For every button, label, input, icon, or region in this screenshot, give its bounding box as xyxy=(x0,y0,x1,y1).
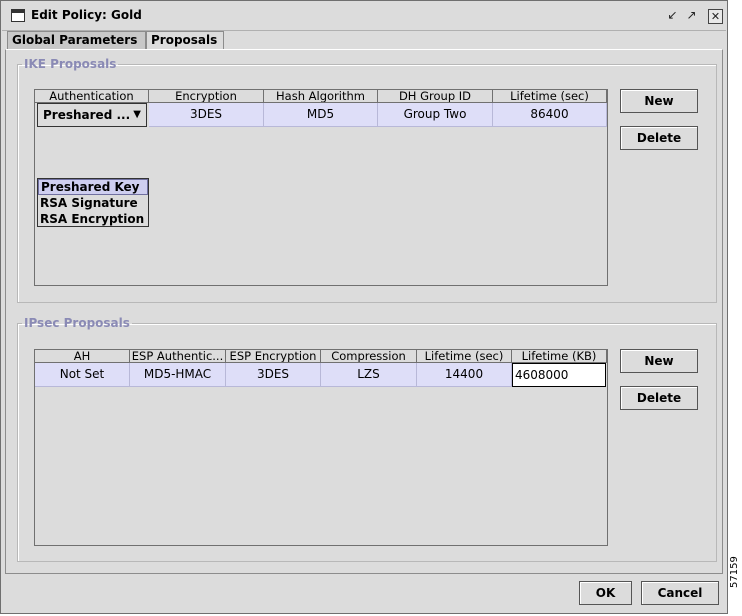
maximize-icon[interactable]: ↗ xyxy=(684,9,699,24)
ike-col-dh-group-id[interactable]: DH Group ID xyxy=(378,90,493,103)
ipsec-col-ah[interactable]: AH xyxy=(35,350,130,363)
cancel-button[interactable]: Cancel xyxy=(641,581,719,605)
ipsec-esp-auth-cell[interactable]: MD5-HMAC xyxy=(130,363,226,387)
ipsec-col-esp-encryption[interactable]: ESP Encryption xyxy=(226,350,321,363)
window-title: Edit Policy: Gold xyxy=(31,8,142,22)
ipsec-col-compression[interactable]: Compression xyxy=(321,350,417,363)
ipsec-esp-enc-cell[interactable]: 3DES xyxy=(226,363,321,387)
tab-global-parameters[interactable]: Global Parameters xyxy=(7,31,146,49)
ike-auth-cell: Preshared ... ▼ xyxy=(35,103,149,127)
title-bar[interactable]: Edit Policy: Gold ↙ ↗ ✕ xyxy=(2,2,726,31)
ipsec-ah-cell[interactable]: Not Set xyxy=(35,363,130,387)
minimize-icon[interactable]: ↙ xyxy=(665,9,680,24)
ike-new-button[interactable]: New xyxy=(620,89,698,113)
authentication-combo[interactable]: Preshared ... ▼ xyxy=(37,103,147,127)
ike-lifetime-cell[interactable]: 86400 xyxy=(493,103,607,127)
ike-hash-cell[interactable]: MD5 xyxy=(264,103,378,127)
ipsec-proposals-legend: IPsec Proposals xyxy=(24,316,130,330)
ike-proposals-table[interactable]: Authentication Encryption Hash Algorithm… xyxy=(34,89,608,286)
option-rsa-encryption[interactable]: RSA Encryption xyxy=(38,211,148,227)
ike-col-hash-algorithm[interactable]: Hash Algorithm xyxy=(264,90,378,103)
ike-encryption-cell[interactable]: 3DES xyxy=(149,103,264,127)
ike-col-encryption[interactable]: Encryption xyxy=(149,90,264,103)
proposals-panel: IKE Proposals IPsec Proposals Authentica… xyxy=(5,49,723,574)
ipsec-delete-button[interactable]: Delete xyxy=(620,386,698,410)
close-icon[interactable]: ✕ xyxy=(708,9,723,24)
ike-proposals-legend: IKE Proposals xyxy=(24,57,117,71)
authentication-dropdown-list: Preshared Key RSA Signature RSA Encrypti… xyxy=(37,178,149,227)
ipsec-table-header: AH ESP Authentic... ESP Encryption Compr… xyxy=(35,350,607,363)
ike-delete-button[interactable]: Delete xyxy=(620,126,698,150)
ike-col-lifetime[interactable]: Lifetime (sec) xyxy=(493,90,607,103)
ike-col-authentication[interactable]: Authentication xyxy=(35,90,149,103)
ipsec-new-button[interactable]: New xyxy=(620,349,698,373)
option-rsa-signature[interactable]: RSA Signature xyxy=(38,195,148,211)
ike-dh-group-cell[interactable]: Group Two xyxy=(378,103,493,127)
ok-button[interactable]: OK xyxy=(579,581,632,605)
table-row[interactable]: Not Set MD5-HMAC 3DES LZS 14400 4608000 xyxy=(35,363,607,387)
window-icon xyxy=(11,9,25,22)
ipsec-proposals-table[interactable]: AH ESP Authentic... ESP Encryption Compr… xyxy=(34,349,608,546)
ipsec-compression-cell[interactable]: LZS xyxy=(321,363,417,387)
chevron-down-icon[interactable]: ▼ xyxy=(133,104,141,126)
ike-table-header: Authentication Encryption Hash Algorithm… xyxy=(35,90,607,103)
table-row[interactable]: Preshared ... ▼ 3DES MD5 Group Two 86400 xyxy=(35,103,607,127)
authentication-combo-value: Preshared ... xyxy=(43,108,131,122)
figure-code: 57159 xyxy=(729,556,740,588)
tab-proposals[interactable]: Proposals xyxy=(146,31,224,49)
edit-policy-dialog: Edit Policy: Gold ↙ ↗ ✕ Global Parameter… xyxy=(0,0,728,614)
ipsec-col-lifetime-kb[interactable]: Lifetime (KB) xyxy=(512,350,607,363)
ipsec-lifetime-kb-input[interactable]: 4608000 xyxy=(512,363,606,387)
ipsec-col-esp-auth[interactable]: ESP Authentic... xyxy=(130,350,226,363)
option-preshared-key[interactable]: Preshared Key xyxy=(38,179,148,195)
ipsec-lifetime-sec-cell[interactable]: 14400 xyxy=(417,363,512,387)
ipsec-col-lifetime-sec[interactable]: Lifetime (sec) xyxy=(417,350,512,363)
